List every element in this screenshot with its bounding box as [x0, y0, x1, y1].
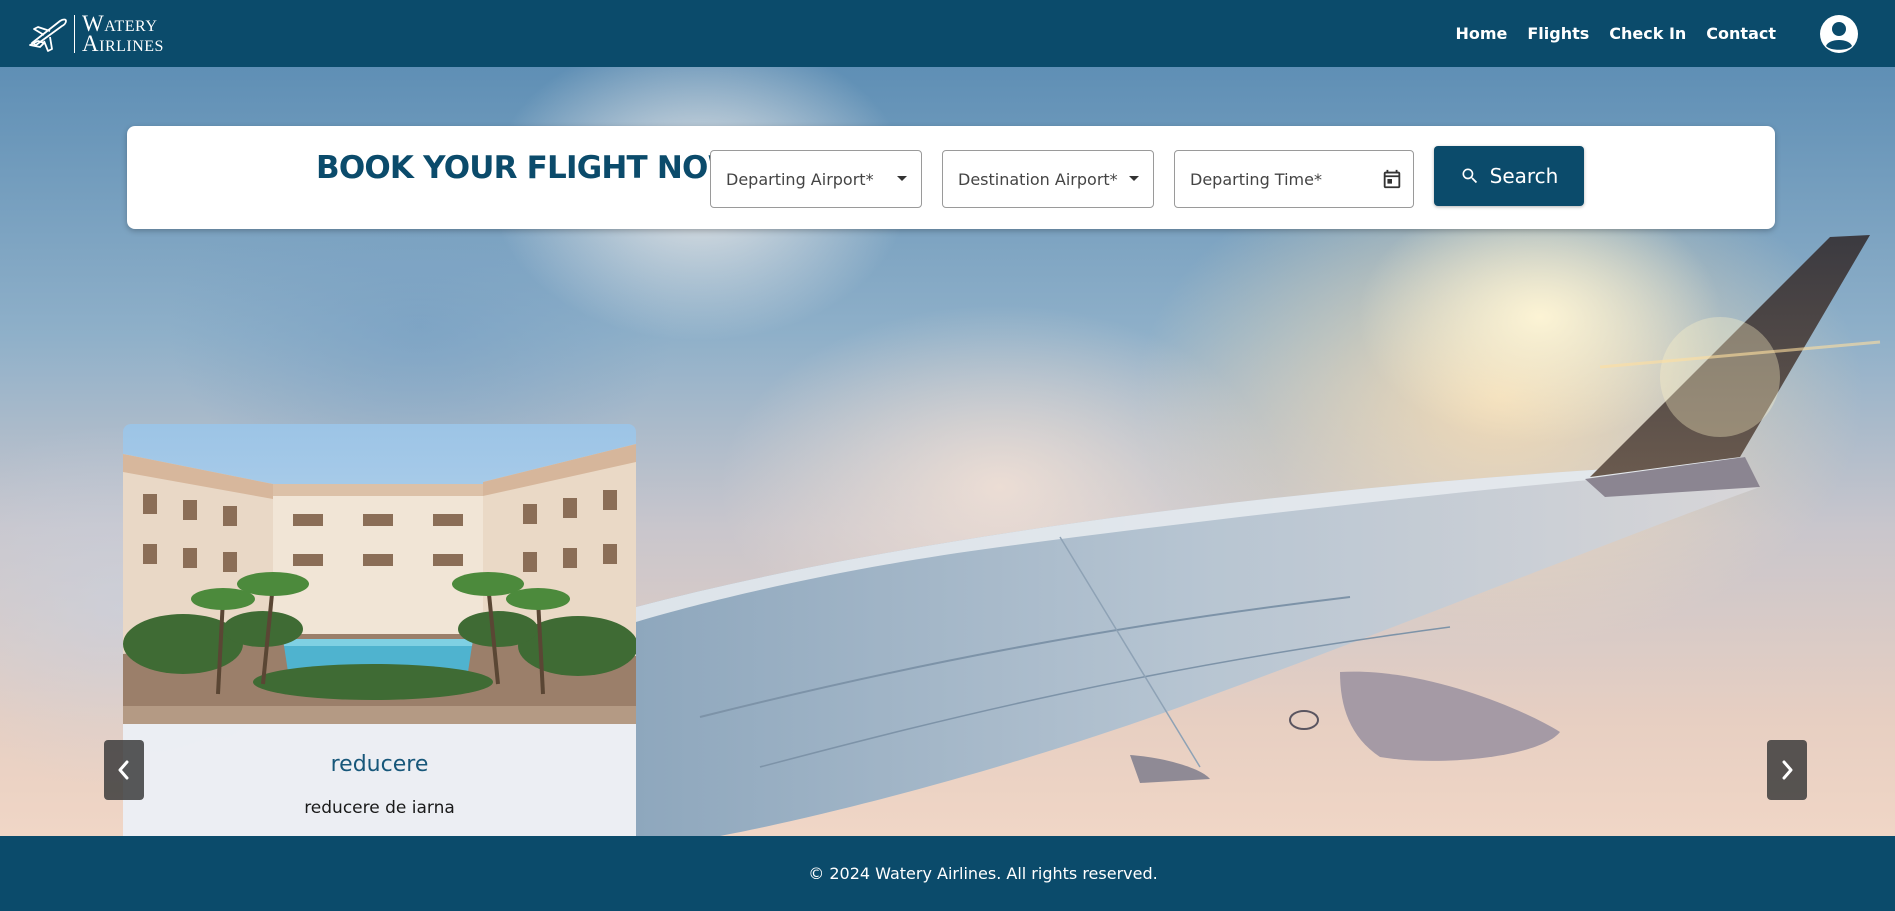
promo-description: reducere de iarna	[304, 798, 455, 818]
nav-contact[interactable]: Contact	[1706, 24, 1776, 43]
promo-card[interactable]: reducere reducere de iarna	[123, 424, 636, 836]
logo[interactable]: Watery Airlines	[24, 0, 164, 67]
search-button-label: Search	[1489, 164, 1559, 188]
destination-airport-select[interactable]: Destination Airport*	[942, 150, 1154, 208]
search-button[interactable]: Search	[1434, 146, 1584, 206]
calendar-icon[interactable]	[1381, 168, 1403, 190]
promo-title: reducere	[330, 752, 429, 777]
departing-time-label: Departing Time*	[1190, 169, 1322, 189]
nav-check-in[interactable]: Check In	[1609, 24, 1686, 43]
resort-pool-image	[123, 424, 636, 724]
top-navbar: Watery Airlines Home Flights Check In Co…	[0, 0, 1895, 67]
hero-section: BOOK YOUR FLIGHT NOW! Departing Airport*…	[0, 67, 1895, 836]
carousel-next-button[interactable]	[1767, 740, 1807, 800]
booking-title: BOOK YOUR FLIGHT NOW!	[316, 150, 755, 186]
chevron-right-icon	[1782, 760, 1793, 780]
chevron-left-icon	[118, 760, 129, 780]
nav-home[interactable]: Home	[1455, 24, 1507, 43]
airplane-logo-icon	[29, 18, 67, 52]
promo-caption: reducere reducere de iarna	[123, 724, 636, 836]
booking-panel: BOOK YOUR FLIGHT NOW! Departing Airport*…	[127, 126, 1775, 229]
carousel-prev-button[interactable]	[104, 740, 144, 800]
dropdown-caret-icon	[1129, 176, 1139, 181]
nav-flights[interactable]: Flights	[1527, 24, 1589, 43]
search-icon	[1462, 168, 1477, 184]
logo-divider	[74, 14, 75, 53]
logo-text: Watery Airlines	[82, 12, 164, 56]
departing-airport-select[interactable]: Departing Airport*	[710, 150, 922, 208]
user-circle-icon[interactable]	[1819, 14, 1859, 54]
destination-airport-label: Destination Airport*	[958, 169, 1118, 189]
footer: © 2024 Watery Airlines. All rights reser…	[0, 836, 1895, 911]
logo-line-2: Airlines	[82, 30, 164, 56]
copyright-text: © 2024 Watery Airlines. All rights reser…	[808, 864, 1158, 883]
main-nav: Home Flights Check In Contact	[1435, 14, 1871, 54]
departing-airport-label: Departing Airport*	[726, 169, 874, 189]
departing-time-picker[interactable]: Departing Time*	[1174, 150, 1414, 208]
dropdown-caret-icon	[897, 176, 907, 181]
